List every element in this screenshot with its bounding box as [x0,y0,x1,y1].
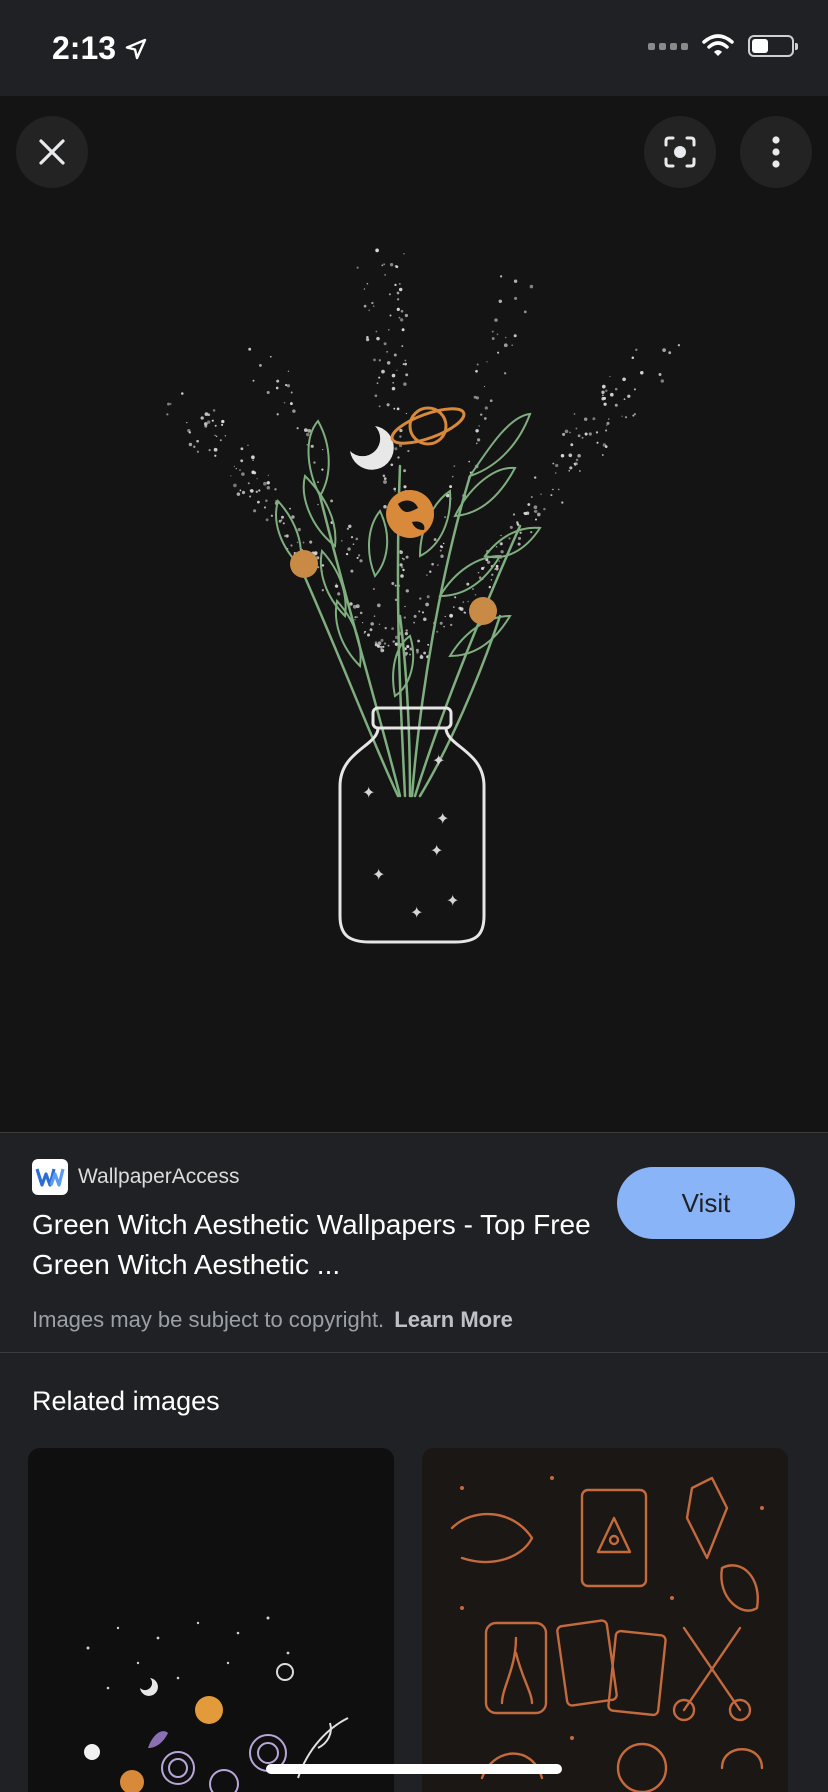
svg-text:✦: ✦ [436,809,449,828]
svg-text:✦: ✦ [410,903,423,922]
close-button[interactable] [16,116,88,188]
section-divider [0,1352,828,1353]
related-image-thumbnail[interactable] [422,1448,788,1792]
time-text: 2:13 [52,30,117,66]
more-vertical-icon [772,136,780,168]
svg-text:✦: ✦ [430,841,443,860]
source-row[interactable]: WallpaperAccess [32,1159,239,1195]
signal-icon [648,42,688,50]
related-image-thumbnail[interactable] [28,1448,394,1792]
lens-icon [664,136,696,168]
related-images-heading: Related images [32,1386,220,1416]
image-preview[interactable]: ✦ ✦ ✦ ✦ ✦ ✦ ✦ [0,96,828,1132]
wifi-icon [702,34,734,56]
lens-button[interactable] [644,116,716,188]
visit-button[interactable]: Visit [617,1167,795,1239]
wallpaperaccess-logo-icon [32,1159,68,1195]
copyright-text: Images may be subject to copyright. [32,1307,385,1332]
result-info-panel: WallpaperAccess Green Witch Aesthetic Wa… [0,1132,828,1353]
home-indicator[interactable] [266,1764,562,1774]
status-icons [648,34,798,58]
more-options-button[interactable] [740,116,812,188]
svg-text:✦: ✦ [362,783,375,802]
location-arrow-icon [125,38,147,59]
status-bar: 2:13 [0,0,828,96]
copyright-notice: Images may be subject to copyright. Lear… [32,1307,513,1333]
battery-icon [748,35,798,57]
svg-text:✦: ✦ [432,751,445,770]
related-images-grid [28,1448,812,1792]
status-time: 2:13 [52,30,148,67]
result-title[interactable]: Green Witch Aesthetic Wallpapers - Top F… [32,1205,592,1285]
learn-more-link[interactable]: Learn More [394,1307,513,1332]
svg-text:✦: ✦ [446,891,459,910]
source-name: WallpaperAccess [78,1165,240,1188]
close-icon [39,139,65,165]
svg-text:✦: ✦ [372,865,385,884]
jar-illustration: ✦ ✦ ✦ ✦ ✦ ✦ ✦ [166,248,681,944]
